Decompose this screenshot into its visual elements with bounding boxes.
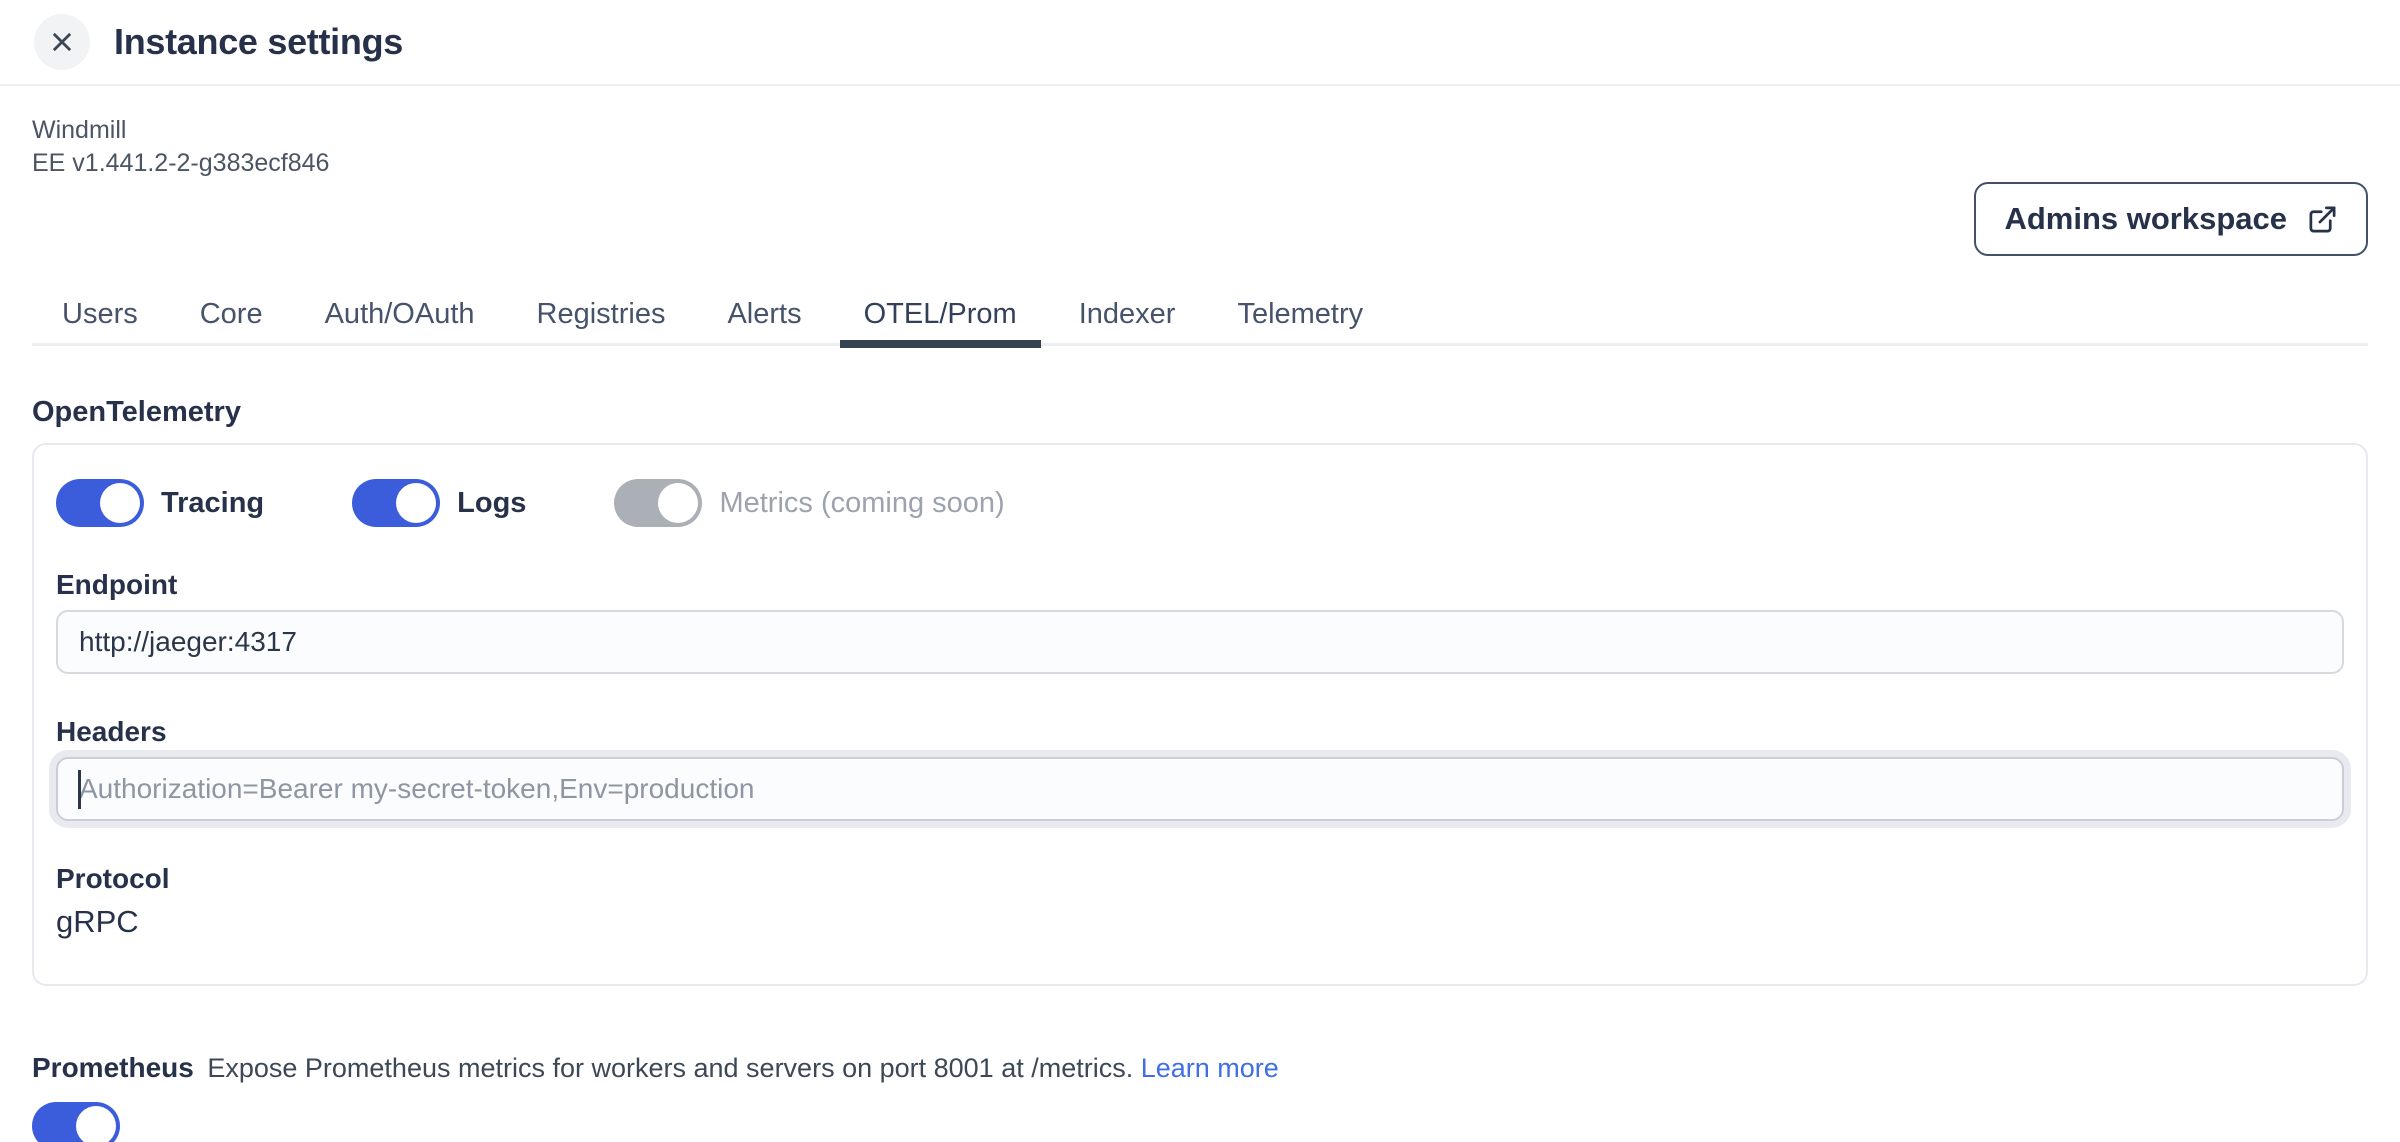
opentelemetry-heading: OpenTelemetry [32,396,2368,429]
tracing-toggle[interactable] [56,479,144,527]
prometheus-toggle[interactable] [32,1102,120,1142]
settings-tabs: Users Core Auth/OAuth Registries Alerts … [32,298,2368,346]
tab-core[interactable]: Core [176,298,287,348]
toggle-knob [76,1106,116,1142]
tab-users[interactable]: Users [38,298,162,348]
tracing-label: Tracing [161,487,264,520]
headers-input[interactable] [56,757,2344,821]
tab-auth-oauth[interactable]: Auth/OAuth [301,298,499,348]
logs-label: Logs [457,487,526,520]
close-button[interactable] [34,14,90,70]
endpoint-input[interactable] [56,610,2344,674]
tab-indexer[interactable]: Indexer [1055,298,1200,348]
logs-toggle-group[interactable]: Logs [352,479,526,527]
tab-telemetry[interactable]: Telemetry [1213,298,1387,348]
headers-label: Headers [56,716,2344,748]
tab-otel-prom[interactable]: OTEL/Prom [840,298,1041,348]
build-version: EE v1.441.2-2-g383ecf846 [32,147,2368,180]
page-title: Instance settings [114,21,403,63]
external-link-icon [2307,204,2338,235]
app-name: Windmill [32,114,2368,147]
toggle-knob [396,483,436,523]
prometheus-description: Expose Prometheus metrics for workers an… [207,1053,1133,1083]
logs-toggle[interactable] [352,479,440,527]
header: Instance settings [0,0,2400,86]
admins-workspace-button[interactable]: Admins workspace [1974,182,2368,256]
prometheus-section: Prometheus Expose Prometheus metrics for… [32,1052,2368,1084]
close-icon [48,28,76,56]
version-block: Windmill EE v1.441.2-2-g383ecf846 [32,114,2368,180]
metrics-toggle-group: Metrics (coming soon) [614,479,1004,527]
protocol-value: gRPC [56,904,2344,940]
metrics-label: Metrics (coming soon) [719,487,1004,520]
otel-toggle-row: Tracing Logs Metrics (coming soon) [56,479,2344,527]
toggle-knob [658,483,698,523]
protocol-label: Protocol [56,863,2344,895]
admins-workspace-label: Admins workspace [2004,201,2287,237]
prometheus-title: Prometheus [32,1052,194,1083]
tracing-toggle-group[interactable]: Tracing [56,479,264,527]
text-caret [78,770,81,809]
learn-more-link[interactable]: Learn more [1141,1053,1279,1083]
endpoint-label: Endpoint [56,569,2344,601]
toggle-knob [100,483,140,523]
tab-alerts[interactable]: Alerts [703,298,825,348]
metrics-toggle [614,479,702,527]
tab-registries[interactable]: Registries [513,298,690,348]
opentelemetry-card: Tracing Logs Metrics (coming soon) Endpo… [32,443,2368,986]
main-content: Windmill EE v1.441.2-2-g383ecf846 Admins… [0,114,2400,1142]
